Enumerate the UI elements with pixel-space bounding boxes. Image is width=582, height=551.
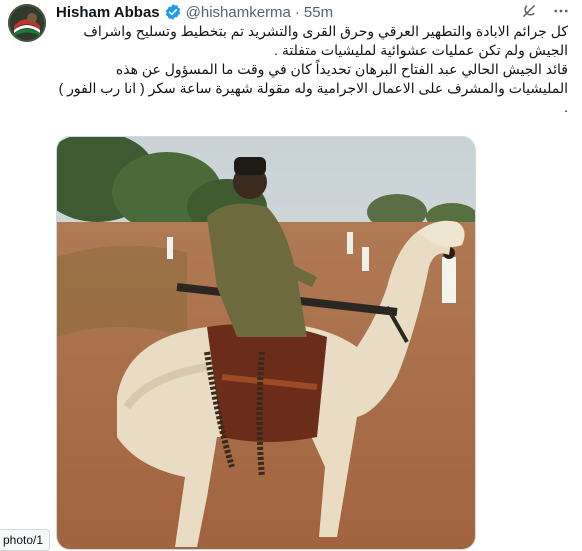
tweet-text: كل جرائم الابادة والتطهير العرقي وحرق ال…: [56, 22, 568, 117]
tweet-line: الجيش ولم تكن عمليات عشوائية لمليشيات مت…: [274, 42, 568, 58]
separator-dot: ·: [294, 3, 300, 21]
author-handle[interactable]: @hishamkerma: [186, 4, 291, 21]
post-time[interactable]: 55m: [304, 4, 333, 21]
tweet-photo[interactable]: [56, 136, 476, 550]
soldier-on-camel-image: [57, 137, 475, 549]
tweet-header: Hisham Abbas @hishamkerma · 55m: [56, 2, 570, 22]
tweet-line: قائد الجيش الحالي عبد الفتاح البرهان تحد…: [115, 61, 568, 77]
tweet-line: المليشيات والمشرف على الاعمال الاجرامية …: [58, 80, 568, 96]
tweet-line: كل جرائم الابادة والتطهير العرقي وحرق ال…: [83, 23, 568, 39]
avatar-image: [8, 4, 46, 42]
verified-badge-icon: [164, 3, 182, 21]
author-name[interactable]: Hisham Abbas: [56, 4, 160, 21]
avatar[interactable]: [8, 4, 46, 42]
tweet-line: .: [564, 99, 568, 115]
